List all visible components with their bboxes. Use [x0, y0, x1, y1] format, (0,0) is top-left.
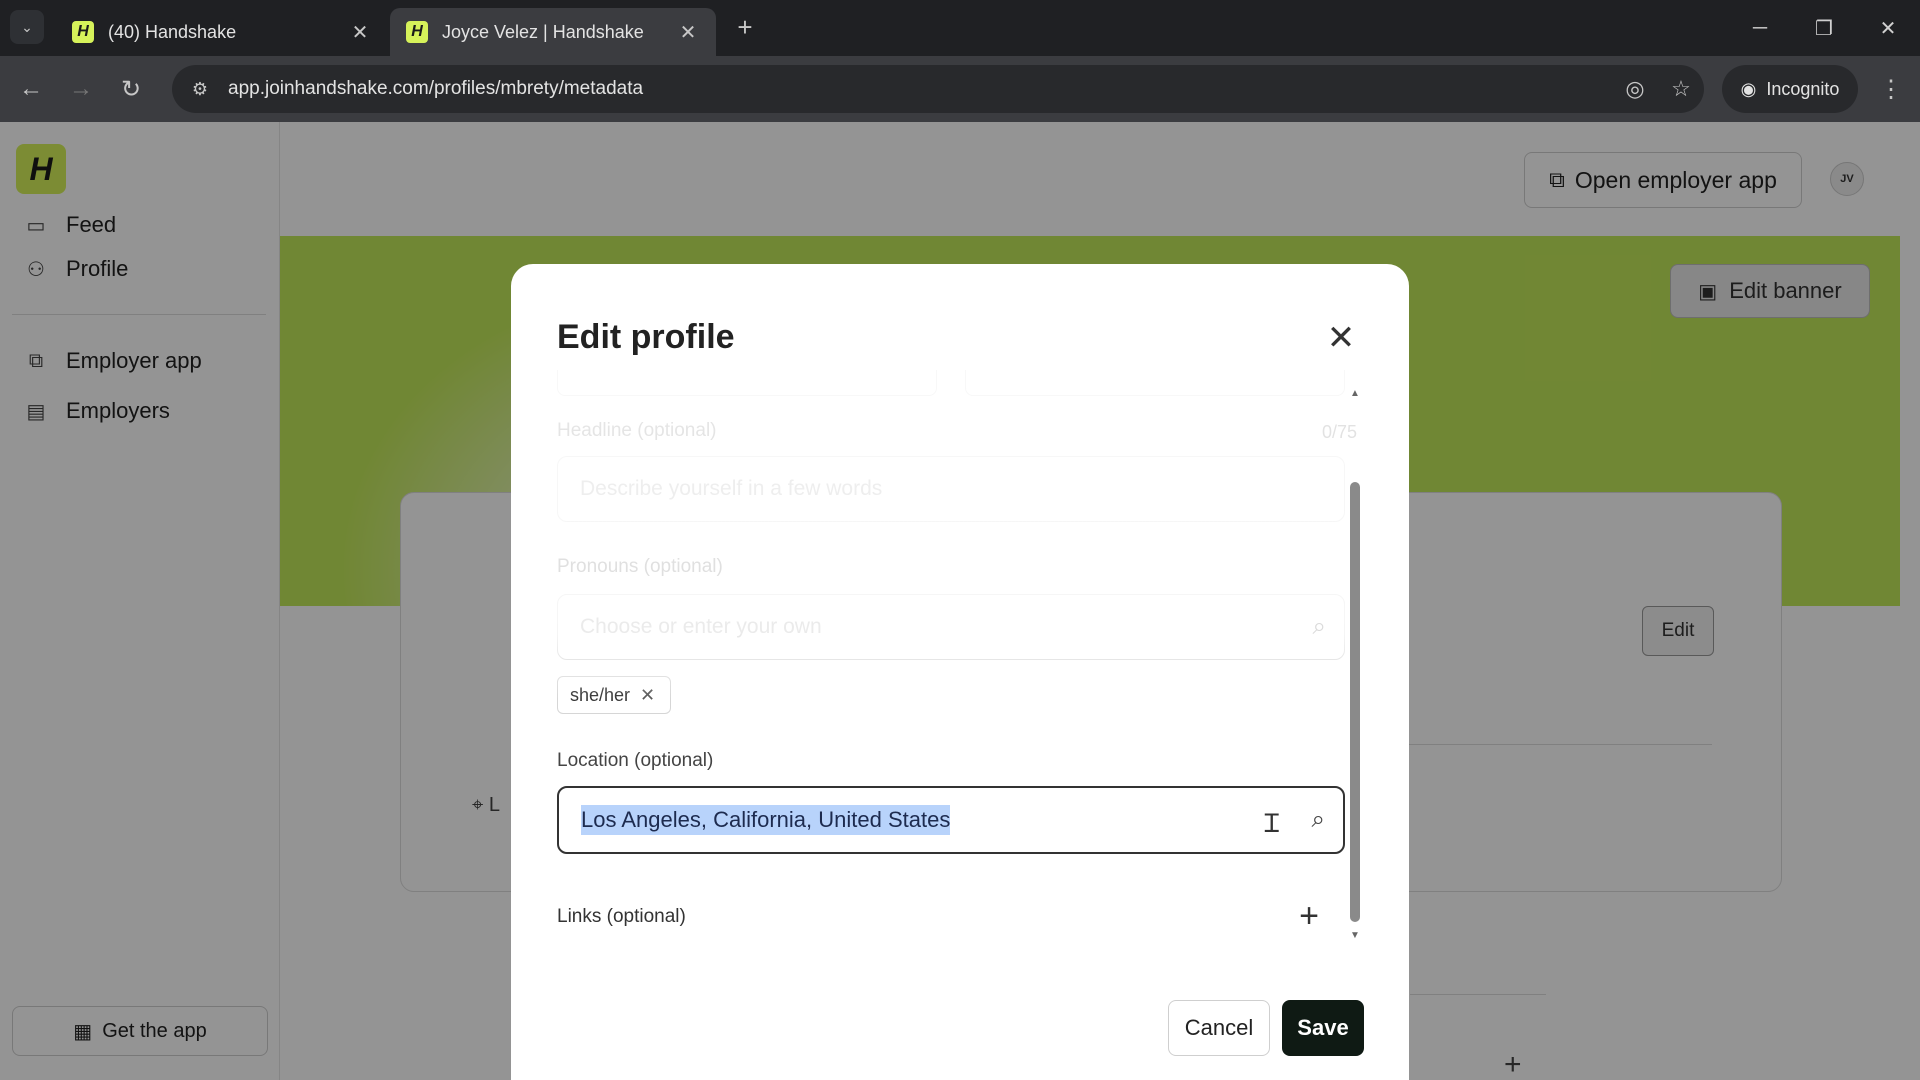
- location-input[interactable]: Los Angeles, California, United States Ɪ…: [557, 786, 1345, 854]
- browser-tab-strip: ⌄ H (40) Handshake ✕ H Joyce Velez | Han…: [0, 0, 1920, 56]
- pronouns-placeholder: Choose or enter your own: [580, 615, 822, 638]
- headline-placeholder: Describe yourself in a few words: [580, 477, 883, 500]
- pronouns-input[interactable]: Choose or enter your own ⌕: [557, 594, 1345, 660]
- chip-remove-icon[interactable]: ✕: [640, 685, 655, 706]
- reload-icon[interactable]: ↻: [114, 72, 148, 106]
- pronouns-label: Pronouns (optional): [557, 556, 723, 577]
- search-icon: ⌕: [1311, 806, 1325, 833]
- address-bar[interactable]: ⚙ app.joinhandshake.com/profiles/mbrety/…: [172, 65, 1704, 113]
- modal-scroll-area[interactable]: Headline (optional) 0/75 Describe yourse…: [511, 370, 1409, 960]
- modal-scrollbar-thumb[interactable]: [1350, 482, 1360, 922]
- back-icon[interactable]: ←: [14, 72, 48, 106]
- scroll-down-icon[interactable]: ▼: [1348, 930, 1362, 941]
- tab-search-chevron-icon[interactable]: ⌄: [10, 10, 44, 44]
- browser-tab-2-active[interactable]: H Joyce Velez | Handshake ✕: [390, 8, 716, 56]
- location-label: Location (optional): [557, 750, 714, 771]
- browser-tab-1[interactable]: H (40) Handshake ✕: [56, 8, 388, 56]
- name-field-partial[interactable]: [965, 370, 1345, 396]
- incognito-badge[interactable]: ◉ Incognito: [1722, 65, 1858, 113]
- add-link-icon[interactable]: +: [1291, 897, 1327, 935]
- modal-title: Edit profile: [557, 318, 735, 356]
- pronoun-chip-label: she/her: [570, 684, 631, 705]
- close-icon[interactable]: ✕: [1319, 316, 1363, 360]
- search-icon: ⌕: [1312, 613, 1326, 640]
- eye-off-icon[interactable]: ◎: [1612, 76, 1658, 102]
- headline-counter: 0/75: [1321, 422, 1357, 442]
- handshake-favicon: H: [406, 21, 428, 43]
- headline-label: Headline (optional): [557, 420, 717, 441]
- cancel-button[interactable]: Cancel: [1168, 1000, 1270, 1056]
- forward-icon[interactable]: →: [64, 72, 98, 106]
- url-text: app.joinhandshake.com/profiles/mbrety/me…: [228, 78, 644, 99]
- handshake-favicon: H: [72, 21, 94, 43]
- tab-title: Joyce Velez | Handshake: [442, 21, 644, 42]
- window-close-icon[interactable]: ✕: [1868, 10, 1908, 46]
- restore-icon[interactable]: ❐: [1804, 10, 1844, 46]
- scroll-up-icon[interactable]: ▲: [1348, 388, 1362, 399]
- tab-close-icon[interactable]: ✕: [676, 20, 700, 45]
- edit-profile-modal: Edit profile ✕ Headline (optional) 0/75 …: [511, 264, 1409, 1080]
- save-button[interactable]: Save: [1282, 1000, 1364, 1056]
- location-value: Los Angeles, California, United States: [581, 805, 951, 835]
- pronoun-chip: she/her ✕: [557, 676, 671, 714]
- site-settings-icon[interactable]: ⚙: [180, 79, 220, 100]
- name-field-partial[interactable]: [557, 370, 937, 396]
- incognito-icon: ◉: [1740, 78, 1757, 99]
- minimize-icon[interactable]: ─: [1740, 10, 1780, 46]
- text-cursor-icon: Ɪ: [1264, 808, 1279, 838]
- headline-input[interactable]: Describe yourself in a few words: [557, 456, 1345, 522]
- tab-title: (40) Handshake: [108, 21, 237, 42]
- new-tab-icon[interactable]: +: [730, 12, 760, 42]
- bookmark-star-icon[interactable]: ☆: [1658, 76, 1704, 102]
- tab-close-icon[interactable]: ✕: [348, 20, 372, 45]
- incognito-label: Incognito: [1766, 78, 1840, 99]
- browser-menu-icon[interactable]: ⋮: [1876, 72, 1906, 106]
- links-label: Links (optional): [557, 906, 686, 927]
- browser-toolbar: ← → ↻ ⚙ app.joinhandshake.com/profiles/m…: [0, 56, 1920, 122]
